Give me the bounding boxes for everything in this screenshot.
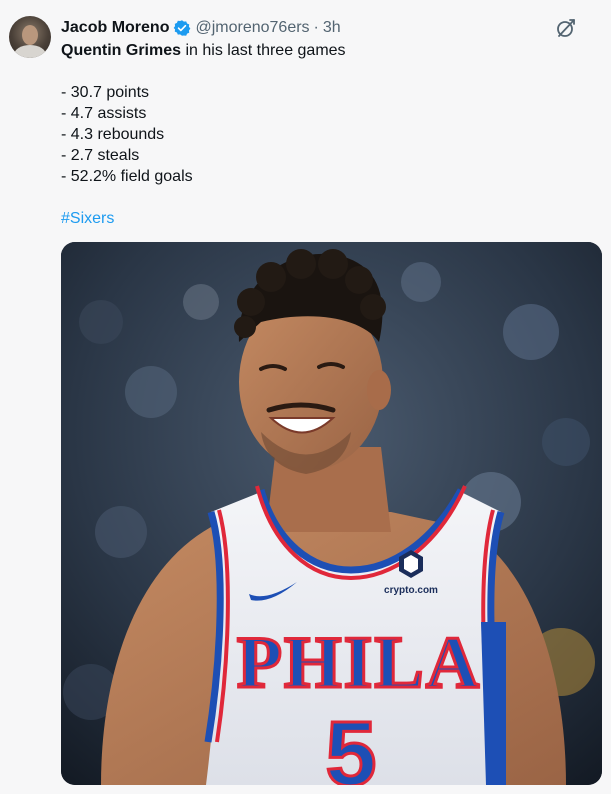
header-separator: · — [313, 19, 319, 36]
jersey-number: 5 — [325, 703, 376, 785]
jersey-sponsor-text: crypto.com — [384, 585, 438, 596]
jersey-wordmark: PHILA — [237, 622, 481, 704]
player-photo-illustration: crypto.com PHILA 5 — [61, 242, 602, 785]
tweet-photo[interactable]: crypto.com PHILA 5 — [61, 242, 602, 785]
tweet-card[interactable]: Jacob Moreno @jmoreno76ers · 3h Quentin … — [0, 0, 611, 794]
avatar-face — [22, 25, 38, 45]
author-display-name[interactable]: Jacob Moreno — [61, 19, 169, 37]
stat-line: - 30.7 points — [61, 84, 150, 101]
stat-line: - 4.3 rebounds — [61, 126, 165, 143]
stat-line: - 4.7 assists — [61, 105, 147, 122]
intro-text: in his last three games — [181, 42, 346, 59]
avatar-shoulders — [14, 45, 46, 58]
hashtag-line: #Sixers — [61, 208, 581, 229]
tweet-intro-line: Quentin Grimes in his last three games — [61, 40, 581, 61]
hashtag-link[interactable]: #Sixers — [61, 210, 114, 227]
stat-line: - 52.2% field goals — [61, 168, 193, 185]
grok-icon[interactable] — [555, 17, 577, 39]
verified-badge-icon — [174, 20, 191, 36]
player-mention: Quentin Grimes — [61, 42, 182, 59]
tweet-timestamp[interactable]: 3h — [323, 19, 341, 37]
tweet-header: Jacob Moreno @jmoreno76ers · 3h — [61, 17, 341, 39]
stat-line: - 2.7 steals — [61, 147, 140, 164]
author-avatar[interactable] — [9, 16, 51, 58]
tweet-text: Quentin Grimes in his last three games -… — [61, 40, 581, 229]
author-handle[interactable]: @jmoreno76ers — [195, 19, 309, 37]
